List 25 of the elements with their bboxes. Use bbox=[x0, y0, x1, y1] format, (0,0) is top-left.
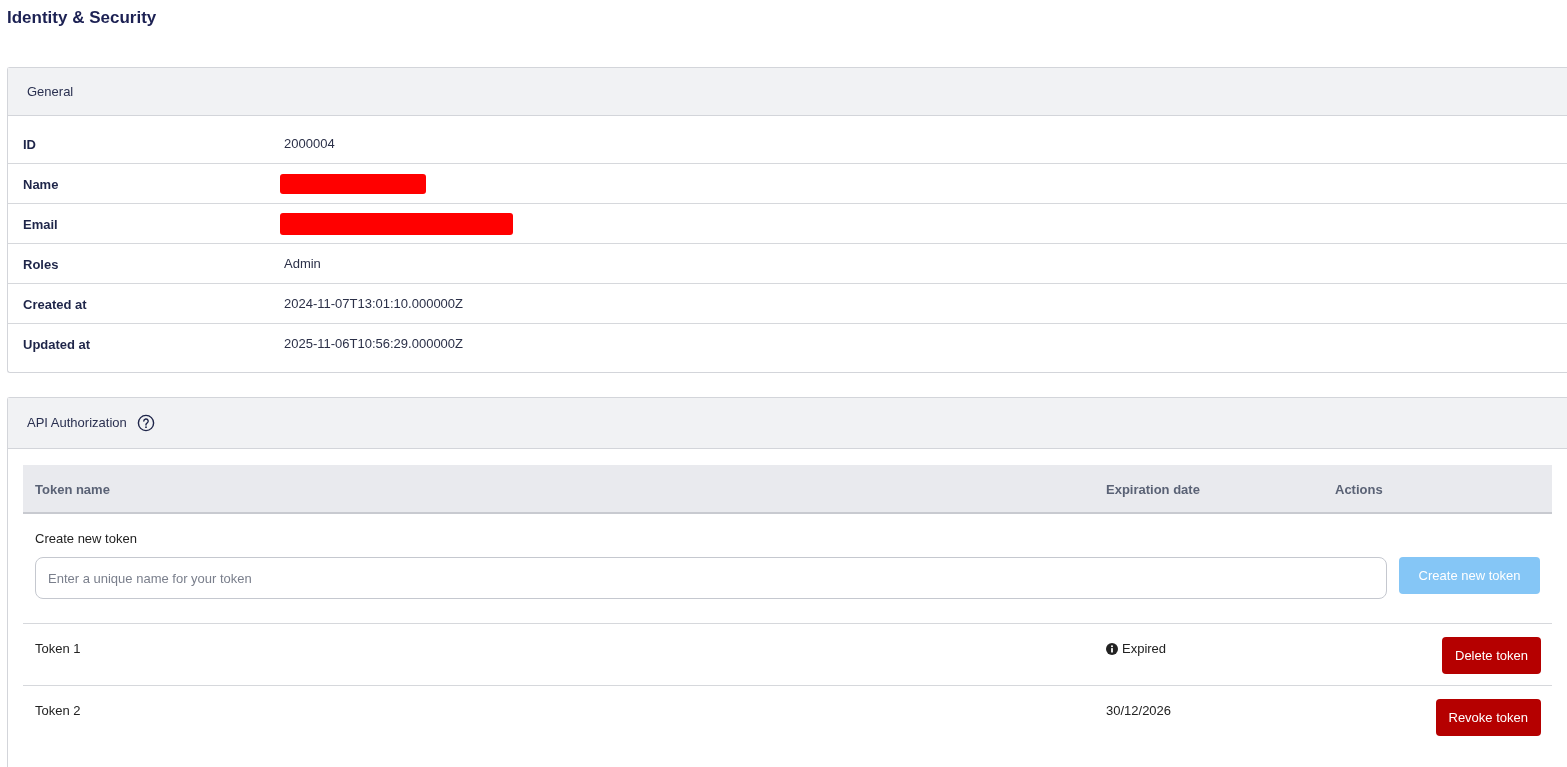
field-label: Roles bbox=[23, 256, 59, 272]
field-value: 2000004 bbox=[284, 134, 335, 153]
column-header: Actions bbox=[1335, 481, 1383, 497]
field-label: Name bbox=[23, 176, 59, 192]
expiration-date: Expired bbox=[1122, 640, 1167, 658]
expiration-date: 30/12/2026 bbox=[1106, 702, 1172, 720]
token-action-button[interactable]: Revoke token bbox=[1435, 699, 1541, 736]
help-icon[interactable] bbox=[136, 414, 155, 432]
field-value: Admin bbox=[284, 254, 321, 273]
token-name-field[interactable]: Enter a unique name for your token bbox=[35, 557, 1388, 599]
field-value: 2025-11-06T10:56:29.000000Z bbox=[284, 335, 463, 354]
field-label: Created at bbox=[23, 296, 87, 312]
token-action-button[interactable]: Delete token bbox=[1442, 637, 1541, 674]
field-label: Email bbox=[23, 216, 58, 232]
token-name: Token 1 bbox=[35, 641, 81, 656]
column-header: Expiration date bbox=[1106, 481, 1200, 497]
field-label: Updated at bbox=[23, 337, 91, 352]
page-title: Identity & Security bbox=[7, 7, 157, 29]
field-value: 2024-11-07T13:01:10.000000Z bbox=[284, 294, 463, 313]
card-title: API Authorization bbox=[27, 414, 127, 433]
field-label: ID bbox=[23, 136, 36, 152]
field-label: Create new token bbox=[35, 530, 137, 548]
column-header: Token name bbox=[35, 481, 110, 497]
token-name: Token 2 bbox=[35, 703, 81, 718]
card-title: General bbox=[27, 82, 74, 101]
